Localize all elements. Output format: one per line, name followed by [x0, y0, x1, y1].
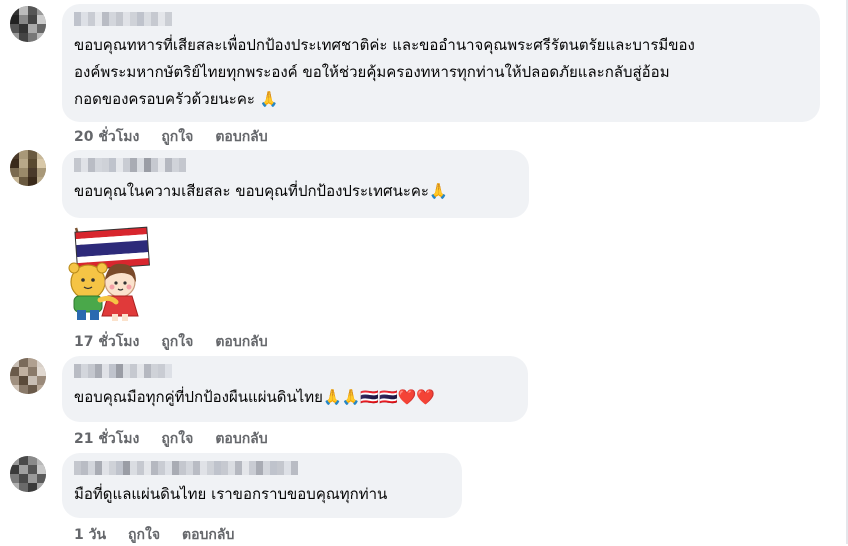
- comment-bubble: มือที่ดูแลแผ่นดินไทย เราขอกราบขอบคุณทุกท…: [62, 453, 462, 518]
- reply-button[interactable]: ตอบกลับ: [182, 524, 234, 546]
- reply-button[interactable]: ตอบกลับ: [215, 126, 267, 148]
- comment-actions: 21 ชั่วโมง ถูกใจ ตอบกลับ: [74, 428, 268, 450]
- avatar[interactable]: [10, 150, 46, 186]
- avatar[interactable]: [10, 456, 46, 492]
- comment-text: ขอบคุณมือทุกคู่ที่ปกป้องผืนแผ่นดินไทย🙏🙏🇹…: [74, 388, 436, 406]
- reply-button[interactable]: ตอบกลับ: [215, 331, 267, 353]
- reply-button[interactable]: ตอบกลับ: [215, 428, 267, 450]
- comment-bubble: ขอบคุณทหารที่เสียสละเพื่อปกป้องประเทศชาต…: [62, 4, 820, 122]
- like-button[interactable]: ถูกใจ: [128, 524, 160, 546]
- comment-text: ขอบคุณทหารที่เสียสละเพื่อปกป้องประเทศชาต…: [74, 36, 695, 108]
- comment-text: มือที่ดูแลแผ่นดินไทย เราขอกราบขอบคุณทุกท…: [74, 485, 388, 503]
- sticker-image: [68, 226, 150, 321]
- like-button[interactable]: ถูกใจ: [161, 428, 193, 450]
- blurred-author-name[interactable]: [74, 364, 204, 378]
- comment-actions: 17 ชั่วโมง ถูกใจ ตอบกลับ: [74, 331, 268, 353]
- blurred-author-name[interactable]: [74, 158, 222, 172]
- comment-actions: 1 วัน ถูกใจ ตอบกลับ: [74, 524, 234, 546]
- comment-time[interactable]: 1 วัน: [74, 524, 106, 546]
- blurred-author-name[interactable]: [74, 461, 304, 475]
- like-button[interactable]: ถูกใจ: [161, 331, 193, 353]
- avatar[interactable]: [10, 6, 46, 42]
- blurred-author-name[interactable]: [74, 12, 204, 26]
- comment-actions: 20 ชั่วโมง ถูกใจ ตอบกลับ: [74, 126, 268, 148]
- comment-time[interactable]: 21 ชั่วโมง: [74, 428, 139, 450]
- thai-flag-hug-sticker[interactable]: [62, 224, 154, 324]
- comment-text: ขอบคุณในความเสียสละ ขอบคุณที่ปกป้องประเท…: [74, 182, 448, 200]
- avatar[interactable]: [10, 358, 46, 394]
- comment-bubble: ขอบคุณในความเสียสละ ขอบคุณที่ปกป้องประเท…: [62, 150, 529, 218]
- comment-time[interactable]: 17 ชั่วโมง: [74, 331, 139, 353]
- comment-time[interactable]: 20 ชั่วโมง: [74, 126, 139, 148]
- like-button[interactable]: ถูกใจ: [161, 126, 193, 148]
- comment-bubble: ขอบคุณมือทุกคู่ที่ปกป้องผืนแผ่นดินไทย🙏🙏🇹…: [62, 356, 528, 422]
